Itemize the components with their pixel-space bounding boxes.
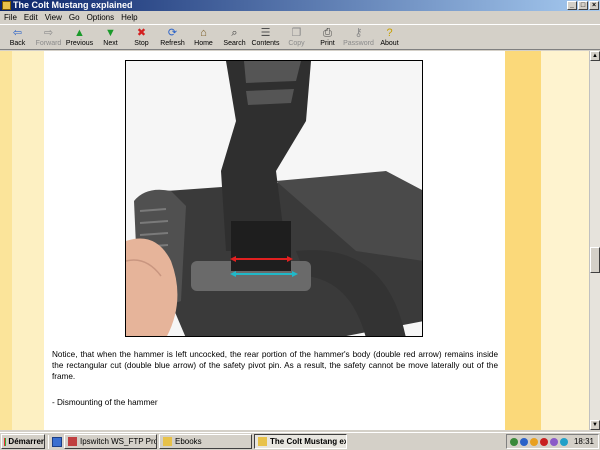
volume-icon[interactable] <box>559 437 568 446</box>
contents-button[interactable]: ☰ Contents <box>250 25 281 50</box>
windows-flag-icon <box>4 437 7 446</box>
app-icon <box>2 1 11 10</box>
task-ws-ftp[interactable]: Ipswitch WS_FTP Profes... <box>64 434 157 449</box>
toolbar-button-label: Forward <box>35 40 62 47</box>
taskbar: Démarrer Ipswitch WS_FTP Profes... Ebook… <box>0 432 600 450</box>
stop-button[interactable]: ✖ Stop <box>126 25 157 50</box>
book-app-icon <box>258 437 267 446</box>
task-label: Ipswitch WS_FTP Profes... <box>80 437 156 446</box>
folder-icon <box>163 437 172 446</box>
help-icon: ? <box>386 27 393 39</box>
start-label: Démarrer <box>8 437 44 446</box>
menu-edit[interactable]: Edit <box>22 13 43 22</box>
vertical-scrollbar[interactable]: ▲ ▼ <box>589 51 600 430</box>
maximize-button[interactable]: □ <box>578 1 588 10</box>
quick-launch-icon[interactable] <box>52 436 62 447</box>
hammer-photo-drawing <box>126 61 422 336</box>
print-button[interactable]: ⎙ Print <box>312 25 343 50</box>
copy-icon: ❐ <box>291 27 302 39</box>
contents-icon: ☰ <box>260 27 271 39</box>
system-tray: 18:31 <box>505 434 599 449</box>
update-icon[interactable] <box>519 437 528 446</box>
antivirus-icon[interactable] <box>529 437 538 446</box>
search-button[interactable]: ⌕ Search <box>219 25 250 50</box>
toolbar-button-label: Back <box>9 40 26 47</box>
forward-button: ⇨ Forward <box>33 25 64 50</box>
clock: 18:31 <box>573 437 594 446</box>
toolbar-button-label: Copy <box>288 40 305 47</box>
refresh-icon: ⟳ <box>167 27 178 39</box>
photo-caption: Notice, that when the hammer is left unc… <box>52 350 498 381</box>
menu-options[interactable]: Options <box>85 13 120 22</box>
right-decor-band <box>505 51 541 430</box>
scroll-down-button[interactable]: ▼ <box>590 420 600 430</box>
toolbar-button-label: Password <box>343 40 374 47</box>
back-arrow-icon: ⇦ <box>12 27 23 39</box>
toolbar-button-label: Refresh <box>160 40 185 47</box>
hammer-photo <box>125 60 423 337</box>
home-button[interactable]: ⌂ Home <box>188 25 219 50</box>
scroll-thumb[interactable] <box>590 247 600 273</box>
ftp-app-icon <box>68 437 77 446</box>
copy-button: ❐ Copy <box>281 25 312 50</box>
password-button: ⚷ Password <box>343 25 374 50</box>
toolbar-button-label: Contents <box>251 40 280 47</box>
menu-go[interactable]: Go <box>67 13 85 22</box>
taskbar-separator <box>48 434 49 449</box>
browser-window: The Colt Mustang explained _ □ × File Ed… <box>0 0 600 432</box>
menu-help[interactable]: Help <box>119 13 142 22</box>
next-button[interactable]: ▼ Next <box>95 25 126 50</box>
page-content: Notice, that when the hammer is left unc… <box>0 51 589 430</box>
start-button[interactable]: Démarrer <box>1 434 45 449</box>
section-subheading: - Dismounting of the hammer <box>52 398 158 407</box>
security-icon[interactable] <box>539 437 548 446</box>
left-decor-band <box>0 51 12 430</box>
task-colt-mustang[interactable]: The Colt Mustang expl... <box>254 434 347 449</box>
task-label: The Colt Mustang expl... <box>270 437 346 446</box>
menu-file[interactable]: File <box>2 13 22 22</box>
messenger-icon[interactable] <box>549 437 558 446</box>
window-title: The Colt Mustang explained <box>13 0 133 10</box>
refresh-button[interactable]: ⟳ Refresh <box>157 25 188 50</box>
toolbar-button-label: Print <box>320 40 335 47</box>
key-icon: ⚷ <box>354 27 363 39</box>
toolbar-button-label: Stop <box>134 40 149 47</box>
down-arrow-icon: ▼ <box>105 27 116 39</box>
toolbar-button-label: Next <box>103 40 118 47</box>
about-button[interactable]: ? About <box>374 25 405 50</box>
toolbar-button-label: Previous <box>65 40 94 47</box>
menu-bar: File Edit View Go Options Help <box>0 11 600 23</box>
left-decor-band-light <box>12 51 44 430</box>
previous-button[interactable]: ▲ Previous <box>64 25 95 50</box>
task-ebooks[interactable]: Ebooks <box>159 434 252 449</box>
home-icon: ⌂ <box>200 27 207 39</box>
back-button[interactable]: ⇦ Back <box>2 25 33 50</box>
task-label: Ebooks <box>175 437 202 446</box>
title-bar[interactable]: The Colt Mustang explained _ □ × <box>0 0 600 11</box>
close-button[interactable]: × <box>589 1 599 10</box>
minimize-button[interactable]: _ <box>567 1 577 10</box>
toolbar-button-label: About <box>380 40 399 47</box>
up-arrow-icon: ▲ <box>74 27 85 39</box>
toolbar-button-label: Search <box>223 40 246 47</box>
search-icon: ⌕ <box>231 27 238 39</box>
print-icon: ⎙ <box>323 27 332 39</box>
forward-arrow-icon: ⇨ <box>43 27 54 39</box>
right-decor-band-light <box>541 51 589 430</box>
toolbar: ⇦ Back ⇨ Forward ▲ Previous ▼ Next ✖ Stop ⟳ Refresh… <box>0 24 600 50</box>
scroll-up-button[interactable]: ▲ <box>590 51 600 61</box>
toolbar-button-label: Home <box>194 40 213 47</box>
stop-icon: ✖ <box>136 27 147 39</box>
menu-view[interactable]: View <box>43 13 67 22</box>
network-icon[interactable] <box>509 437 518 446</box>
